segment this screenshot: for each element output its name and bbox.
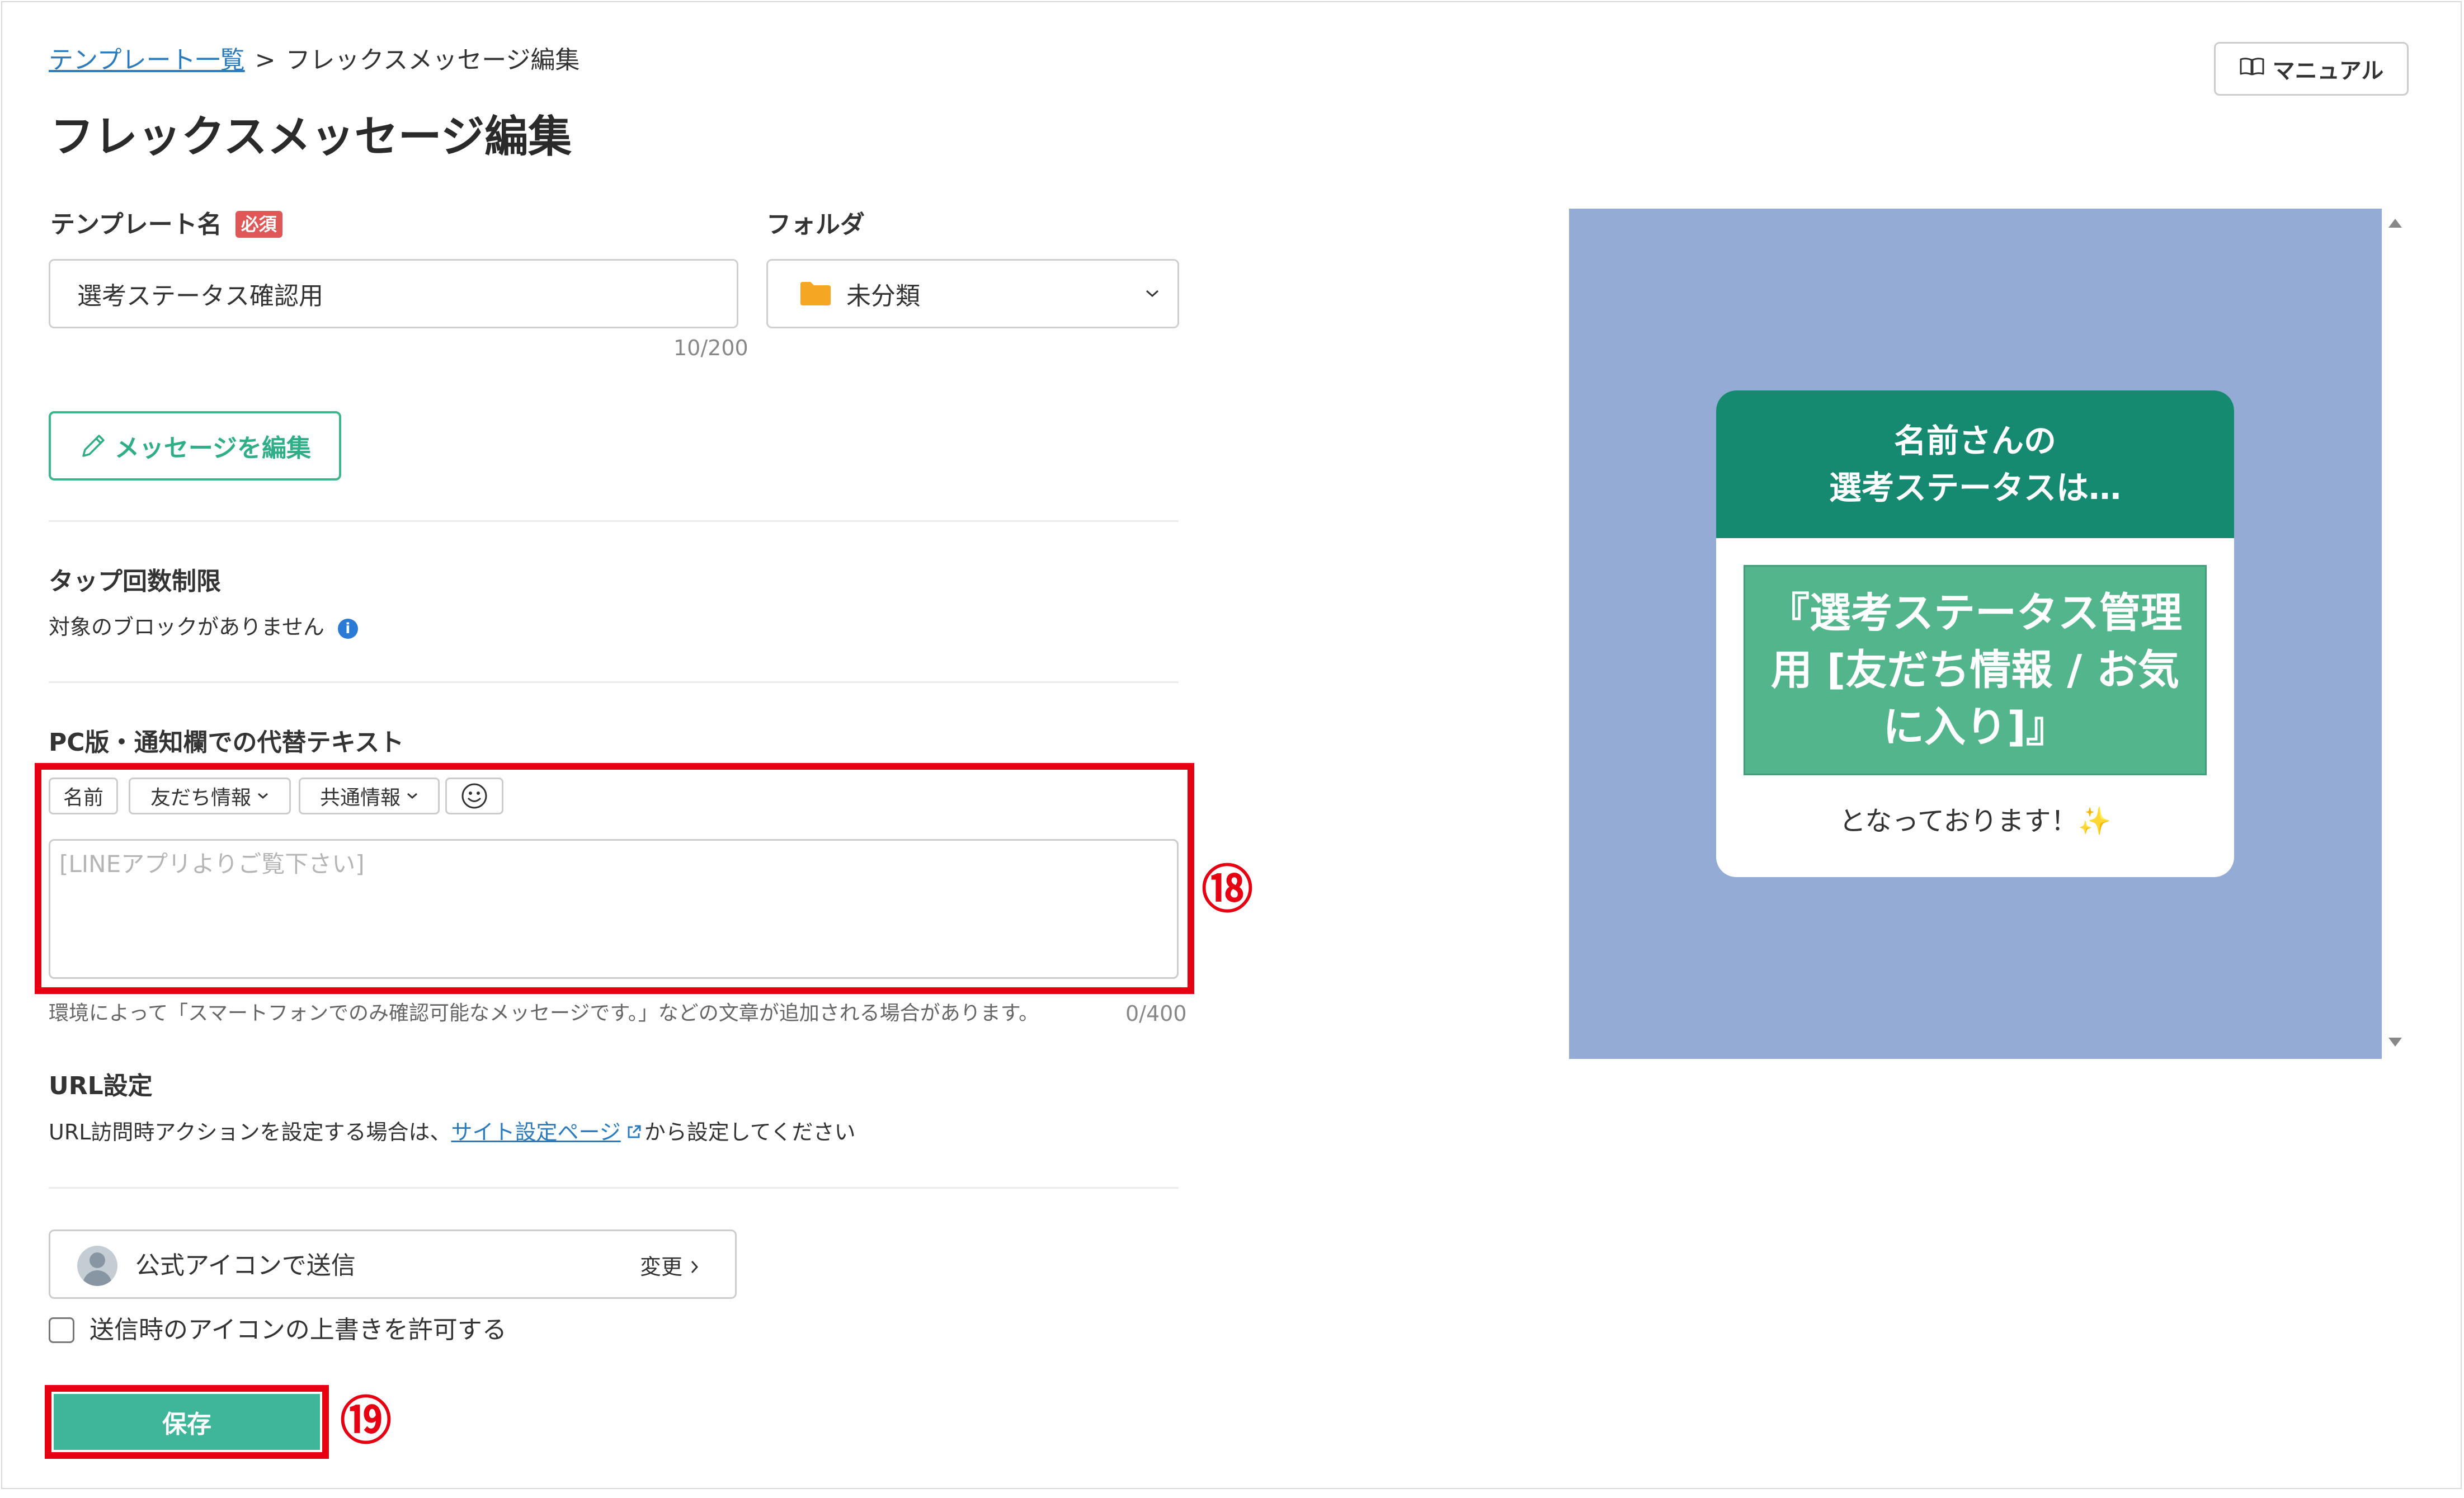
manual-label: マニュアル: [2272, 58, 2384, 84]
manual-button[interactable]: マニュアル: [2214, 42, 2409, 96]
chevron-down-icon: [1145, 289, 1160, 298]
site-settings-link[interactable]: サイト設定ページ: [451, 1120, 621, 1144]
divider: [49, 681, 1179, 683]
sender-icon-selector[interactable]: 公式アイコンで送信 変更: [49, 1230, 737, 1299]
breadcrumb-template-list-link[interactable]: テンプレート一覧: [49, 46, 245, 74]
folder-value: 未分類: [846, 282, 920, 310]
sparkles-icon: ✨: [2077, 805, 2112, 837]
avatar: [77, 1246, 117, 1286]
preview-card: 名前さんの 選考ステータスは… 『選考ステータス管理用 [友だち情報 / お気に…: [1716, 390, 2234, 877]
template-name-label: テンプレート名 必須: [50, 208, 282, 242]
edit-message-label: メッセージを編集: [114, 434, 312, 463]
sender-label: 公式アイコンで送信: [135, 1251, 356, 1280]
annotation-marker-18: ⑱: [1202, 859, 1254, 920]
breadcrumb: テンプレート一覧 > フレックスメッセージ編集: [49, 44, 580, 77]
template-name-input[interactable]: 選考ステータス確認用: [49, 259, 738, 328]
preview-card-footer: となっております！✨: [1716, 804, 2234, 838]
breadcrumb-separator: >: [255, 46, 276, 74]
scroll-down-arrow-icon[interactable]: [2386, 1037, 2404, 1051]
preview-footer-text: となっております！: [1839, 805, 2078, 837]
page-title: フレックスメッセージ編集: [50, 112, 572, 162]
template-name-counter: 10/200: [673, 336, 748, 360]
book-icon: [2239, 56, 2265, 82]
override-icon-label: 送信時のアイコンの上書きを許可する: [89, 1316, 507, 1344]
chevron-right-icon: [690, 1260, 699, 1274]
alt-text-hint: 環境によって「スマートフォンでのみ確認可能なメッセージです。」などの文章が追加さ…: [49, 1002, 1039, 1025]
url-settings-text-before: URL訪問時アクションを設定する場合は、: [49, 1120, 451, 1144]
sender-change-button[interactable]: 変更: [640, 1254, 699, 1280]
highlight-box-19: [45, 1385, 329, 1459]
folder-label: フォルダ: [766, 210, 865, 239]
template-name-value: 選考ステータス確認用: [77, 282, 323, 310]
scroll-up-arrow-icon[interactable]: [2386, 216, 2404, 231]
tap-limit-text: 対象のブロックがありません: [49, 615, 324, 639]
template-name-label-text: テンプレート名: [50, 210, 222, 239]
divider: [49, 1187, 1179, 1189]
folder-select[interactable]: 未分類: [766, 259, 1179, 328]
url-settings-label: URL設定: [49, 1072, 153, 1100]
alt-text-label: PC版・通知欄での代替テキスト: [49, 728, 404, 757]
info-icon[interactable]: i: [337, 619, 358, 639]
pencil-icon: [79, 431, 108, 460]
tap-limit-label: タップ回数制限: [49, 567, 221, 596]
divider: [49, 520, 1179, 522]
override-icon-checkbox[interactable]: [49, 1317, 74, 1343]
folder-icon: [799, 281, 832, 307]
preview-header-line1: 名前さんの: [1893, 422, 2056, 460]
url-settings-text-after: から設定してください: [644, 1120, 856, 1144]
breadcrumb-current: フレックスメッセージ編集: [285, 46, 580, 74]
preview-card-body: 『選考ステータス管理用 [友だち情報 / お気に入り]』: [1744, 565, 2207, 775]
alt-text-counter: 0/400: [1125, 1001, 1187, 1026]
external-link-icon: [625, 1118, 642, 1148]
preview-body-text: 『選考ステータス管理用 [友だち情報 / お気に入り]』: [1768, 589, 2182, 751]
sender-change-label: 変更: [640, 1255, 683, 1279]
annotation-marker-19: ⑲: [340, 1391, 392, 1451]
edit-message-button[interactable]: メッセージを編集: [49, 411, 341, 481]
preview-scrollbar[interactable]: [2382, 209, 2409, 1059]
tap-limit-description: 対象のブロックがありません i: [49, 612, 358, 642]
preview-card-header: 名前さんの 選考ステータスは…: [1716, 390, 2234, 538]
highlight-box-18: [35, 763, 1194, 994]
url-settings-description: URL訪問時アクションを設定する場合は、サイト設定ページ から設定してください: [49, 1117, 855, 1148]
required-badge: 必須: [235, 211, 282, 238]
preview-header-line2: 選考ステータスは…: [1829, 469, 2121, 507]
